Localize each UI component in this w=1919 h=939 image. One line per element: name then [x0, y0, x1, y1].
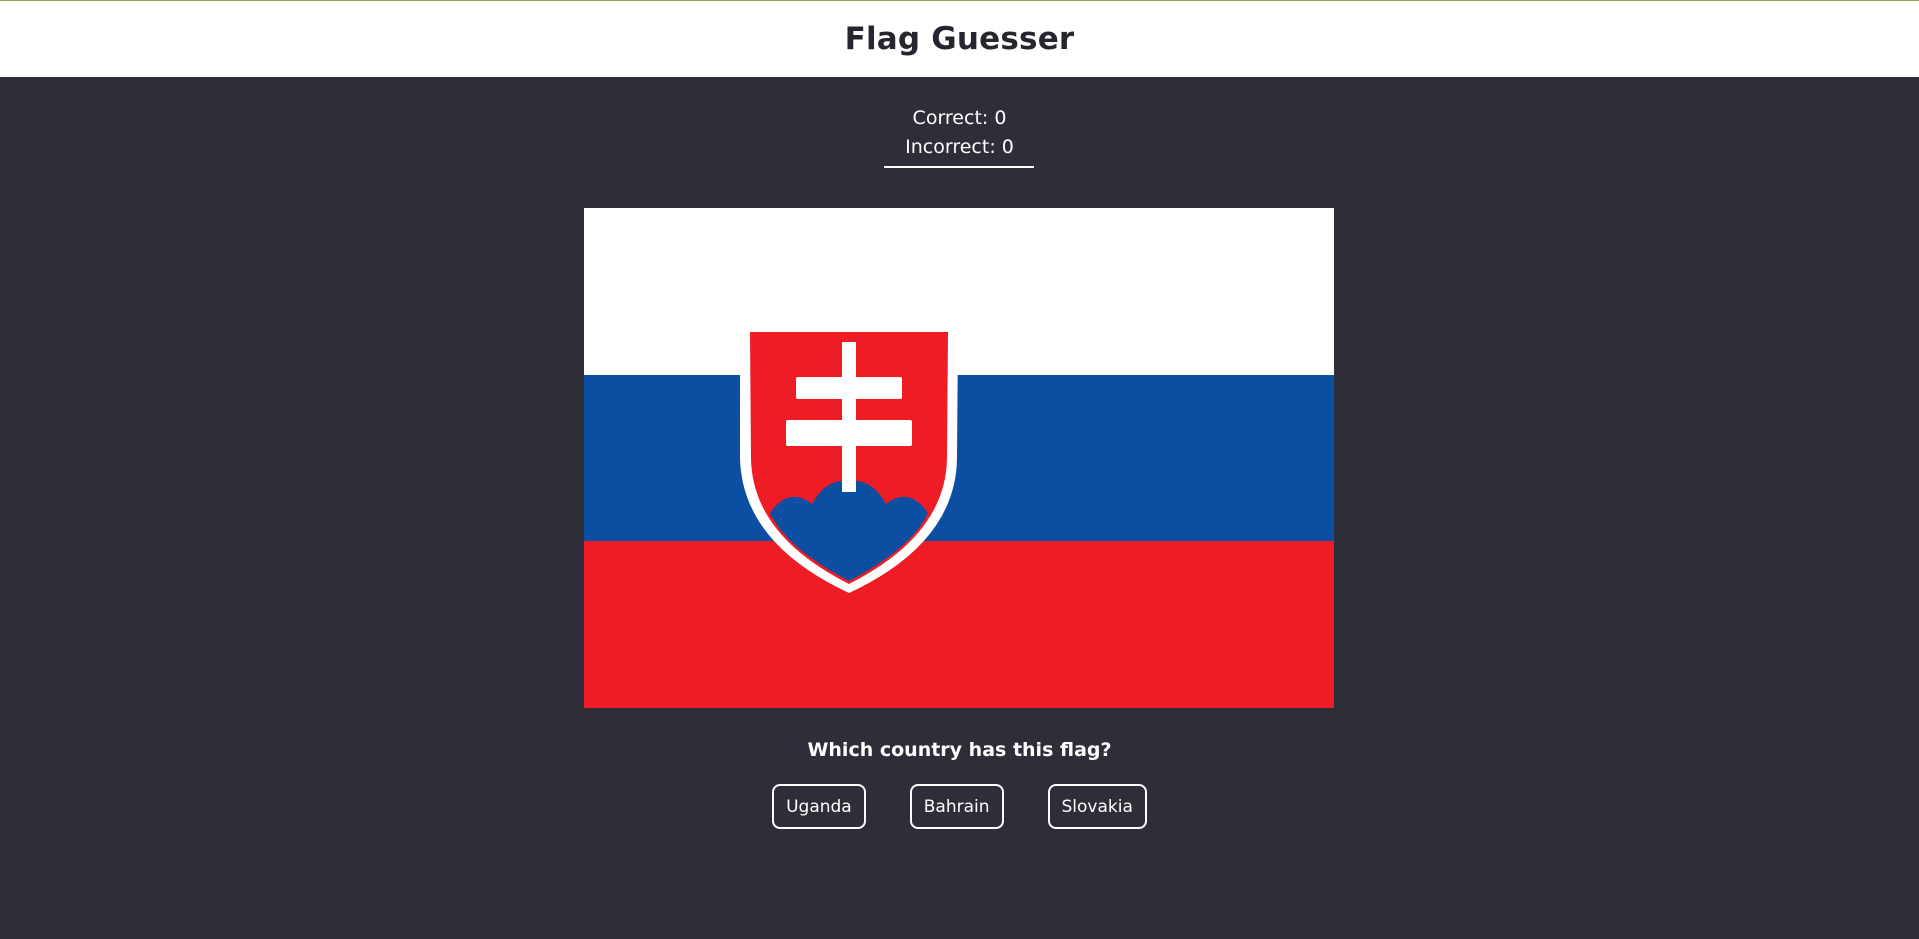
flag-image: [584, 208, 1334, 708]
answer-button-bahrain[interactable]: Bahrain: [909, 784, 1004, 829]
correct-count: Correct: 0: [912, 107, 1007, 129]
answer-options: Uganda Bahrain Slovakia: [0, 784, 1919, 829]
answer-button-uganda[interactable]: Uganda: [772, 784, 866, 829]
flag-red-stripe: [584, 541, 1334, 708]
incorrect-count: Incorrect: 0: [905, 136, 1014, 158]
flag-blue-stripe: [584, 375, 1334, 541]
page-title: Flag Guesser: [844, 21, 1075, 57]
answer-button-slovakia[interactable]: Slovakia: [1047, 784, 1147, 829]
app-header: Flag Guesser: [0, 0, 1919, 77]
question-prompt: Which country has this flag?: [807, 739, 1112, 761]
scoreboard: Correct: 0 Incorrect: 0: [0, 104, 1919, 162]
score-divider: [884, 166, 1034, 168]
flag-white-stripe: [584, 208, 1334, 375]
slovakia-flag: [584, 208, 1334, 708]
